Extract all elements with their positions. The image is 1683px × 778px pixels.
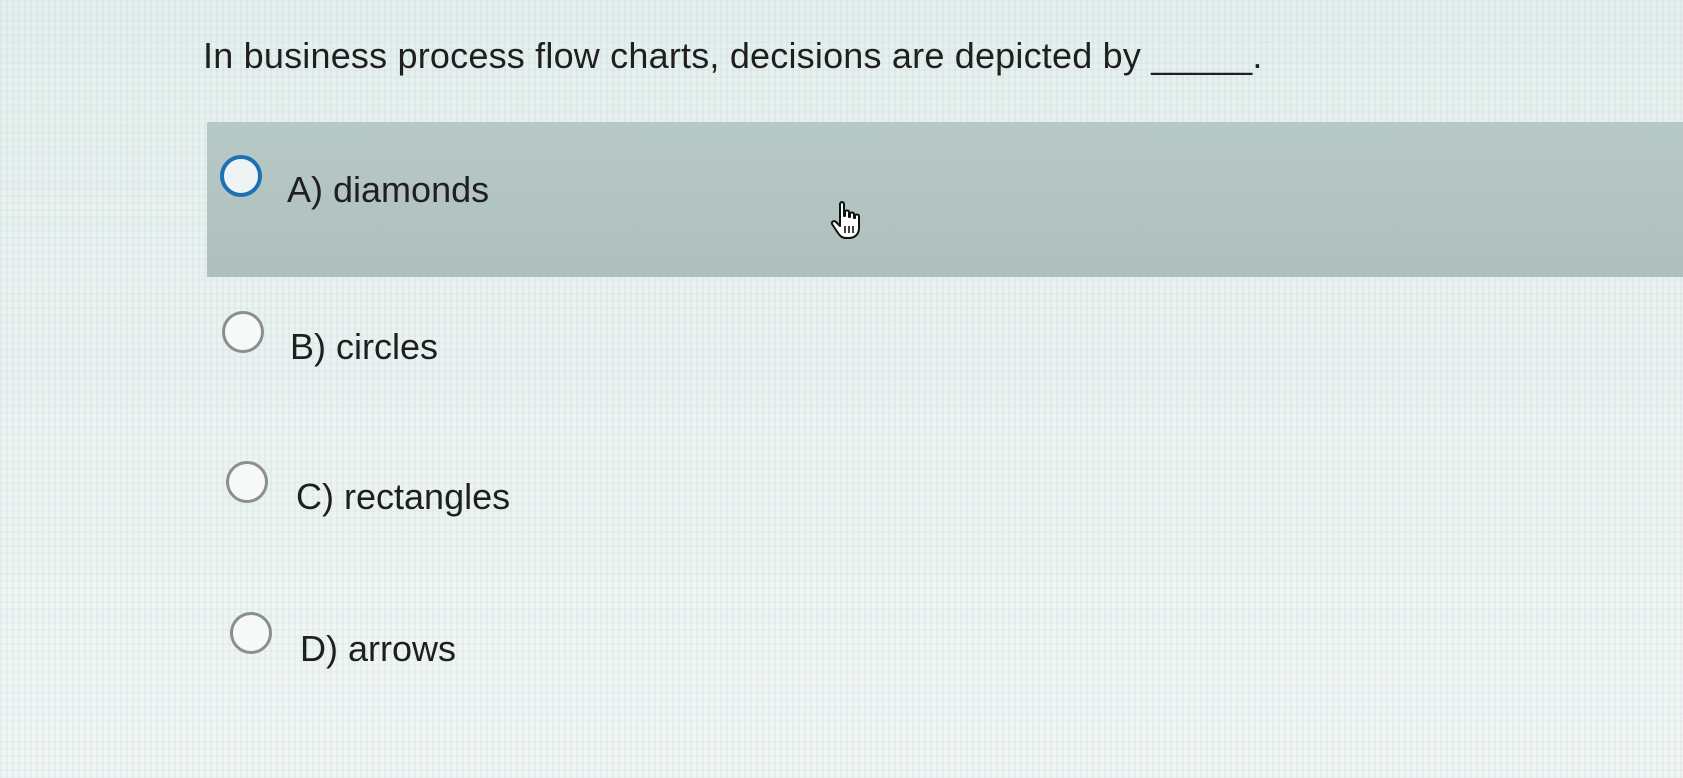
option-b-label: B) circles [290,325,438,369]
question-text: In business process flow charts, decisio… [203,35,1263,76]
option-c-label: C) rectangles [296,475,510,519]
radio-button-c[interactable] [226,461,268,503]
radio-button-d[interactable] [230,612,272,654]
option-a-text: diamonds [333,169,490,210]
quiz-screen: In business process flow charts, decisio… [0,0,1683,778]
option-d-label: D) arrows [300,627,456,671]
hand-pointer-icon [830,201,860,239]
option-d-text: arrows [348,628,457,669]
option-a-label: A) diamonds [287,168,489,212]
option-c-letter: C) [296,476,334,517]
option-a-letter: A) [287,169,323,210]
radio-button-a[interactable] [220,155,262,197]
option-c-text: rectangles [344,476,511,517]
radio-button-b[interactable] [222,311,264,353]
option-b-text: circles [336,326,439,367]
option-b-letter: B) [290,326,326,367]
option-d-letter: D) [300,628,338,669]
